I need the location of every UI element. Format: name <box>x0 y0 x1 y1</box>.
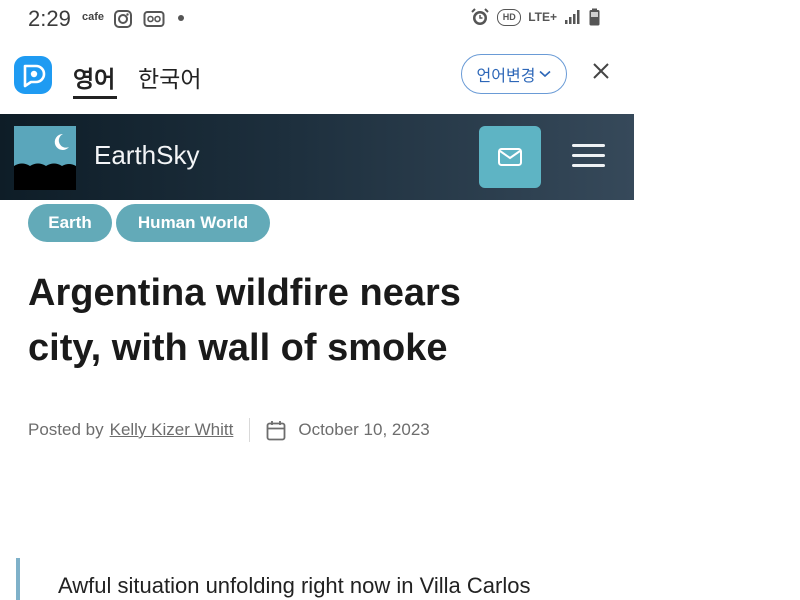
hamburger-icon-line <box>571 154 605 157</box>
newsletter-button[interactable] <box>479 126 541 188</box>
papago-logo-icon <box>23 64 46 88</box>
battery-icon <box>589 8 600 26</box>
phone-screen: 2:29 cafe HD LTE+ 영어 한국어 언어변경 EarthSky E… <box>0 0 634 600</box>
close-icon[interactable] <box>588 58 614 84</box>
byline-divider <box>249 418 251 442</box>
translator-app-icon[interactable] <box>14 56 52 94</box>
blockquote-bar <box>16 558 20 600</box>
site-name[interactable]: EarthSky <box>94 140 200 171</box>
calendar-icon <box>266 420 286 440</box>
empty-margin <box>634 0 800 600</box>
menu-button[interactable] <box>568 144 608 174</box>
hamburger-icon-line <box>571 144 605 147</box>
status-right-icons: HD LTE+ <box>470 7 600 27</box>
posted-by-label: Posted by <box>28 420 104 439</box>
publish-date: October 10, 2023 <box>298 420 430 439</box>
tab-source-language[interactable]: 영어 <box>73 60 115 94</box>
cafe-notification-label: cafe <box>82 11 105 23</box>
tab-target-language[interactable]: 한국어 <box>138 60 201 94</box>
headline-line-2: city, with wall of smoke <box>28 327 448 369</box>
change-language-label: 언어변경 <box>476 68 536 85</box>
change-language-button[interactable]: 언어변경 <box>461 54 567 94</box>
earthsky-logo-icon[interactable] <box>14 126 76 190</box>
instagram-icon <box>114 10 132 28</box>
status-time: 2:29 <box>28 6 71 31</box>
blockquote-text: Awful situation unfolding right now in V… <box>58 573 531 598</box>
author-link[interactable]: Kelly Kizer Whitt <box>110 420 234 440</box>
byline: Posted by Kelly Kizer Whitt October 10, … <box>28 418 430 442</box>
vr-icon <box>143 11 165 27</box>
alarm-icon <box>471 8 489 25</box>
more-notifications-dot <box>178 15 184 21</box>
status-bar: 2:29 cafe HD LTE+ <box>0 0 634 38</box>
mail-icon <box>498 148 522 166</box>
tag-earth[interactable]: Earth <box>28 204 112 242</box>
hd-voice-icon: HD <box>497 8 522 26</box>
translator-toolbar: 영어 한국어 언어변경 <box>0 46 634 106</box>
headline-line-1: Argentina wildfire nears <box>28 272 461 314</box>
chevron-down-icon <box>539 70 551 78</box>
network-type-label: LTE+ <box>528 10 557 24</box>
hamburger-icon-line <box>571 164 605 167</box>
site-header: EarthSky <box>0 114 634 200</box>
category-tags: Earth Human World <box>28 204 270 242</box>
article-headline: Argentina wildfire nears city, with wall… <box>28 266 588 376</box>
tag-human-world[interactable]: Human World <box>116 204 270 242</box>
active-tab-indicator <box>73 96 117 99</box>
signal-icon <box>565 10 580 24</box>
